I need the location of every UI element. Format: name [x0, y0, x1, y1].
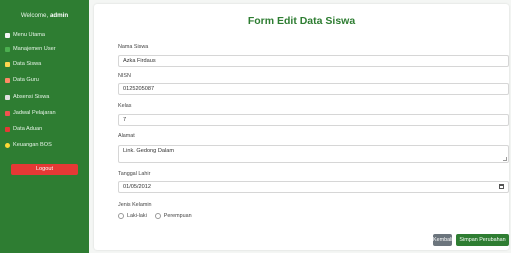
radio-laki-laki-label: Laki-laki [127, 213, 147, 219]
calendar-icon [5, 110, 10, 116]
sidebar-item-jadwal-pelajaran[interactable]: Jadwal Pelajaran [5, 108, 56, 118]
sidebar-item-data-guru[interactable]: Data Guru [5, 75, 39, 85]
tgl-lahir-label: Tanggal Lahir [118, 171, 151, 177]
sidebar-item-label: Jadwal Pelajaran [13, 110, 56, 116]
sidebar-item-manajemen-user[interactable]: Manajemen User [5, 44, 56, 54]
radio-perempuan-label: Perempuan [163, 213, 192, 219]
jenis-kelamin-label: Jenis Kelamin [118, 202, 152, 208]
save-changes-button[interactable]: Simpan Perubahan [456, 234, 509, 246]
sidebar-item-label: Menu Utama [13, 32, 46, 38]
clipboard-icon [5, 94, 10, 100]
logout-button[interactable]: Logout [11, 164, 78, 175]
sidebar-item-label: Keuangan BOS [13, 142, 52, 148]
sidebar-item-label: Data Siswa [13, 61, 42, 67]
alamat-textarea[interactable]: Link. Gedong Dalam [118, 145, 509, 163]
kelas-field[interactable]: 7 [118, 114, 509, 126]
house-icon [5, 32, 10, 38]
sidebar-item-label: Manajemen User [13, 46, 56, 52]
nisn-label: NISN [118, 73, 131, 79]
alamat-value: Link. Gedong Dalam [123, 148, 174, 154]
student-icon [5, 61, 10, 67]
inbox-icon [5, 126, 10, 132]
users-icon [5, 46, 10, 52]
kelas-label: Kelas [118, 103, 132, 109]
calendar-picker-icon[interactable] [499, 184, 504, 189]
sidebar-item-data-siswa[interactable]: Data Siswa [5, 59, 41, 69]
nisn-field[interactable]: 0125205087 [118, 83, 509, 95]
tgl-lahir-field[interactable]: 01/05/2012 [118, 181, 509, 193]
radio-laki-laki[interactable] [118, 213, 124, 219]
money-icon [5, 142, 10, 148]
page-title: Form Edit Data Siswa [247, 15, 356, 27]
welcome-user: admin [49, 12, 69, 19]
welcome-prefix: Welcome, [20, 12, 49, 19]
sidebar-item-label: Data Guru [13, 77, 39, 83]
back-button[interactable]: Kembali [433, 234, 452, 246]
sidebar-item-label: Absensi Siswa [13, 94, 50, 100]
welcome-text: Welcome, admin [0, 12, 89, 19]
sidebar-item-label: Data Aduan [13, 126, 43, 132]
form-card: Form Edit Data Siswa Nama Siswa Azka Fir… [94, 4, 509, 250]
nama-field[interactable]: Azka Firdaus [118, 55, 509, 67]
nama-label: Nama Siswa [118, 44, 149, 50]
tgl-lahir-value: 01/05/2012 [123, 184, 151, 190]
resize-handle-icon[interactable] [503, 157, 507, 161]
teacher-icon [5, 77, 10, 83]
sidebar: Welcome, admin Menu Utama Manajemen User… [0, 0, 89, 253]
sidebar-item-absensi-siswa[interactable]: Absensi Siswa [5, 92, 49, 102]
sidebar-item-keuangan-bos[interactable]: Keuangan BOS [5, 140, 52, 150]
sidebar-item-data-aduan[interactable]: Data Aduan [5, 124, 42, 134]
jenis-kelamin-options: Laki-laki Perempuan [118, 213, 192, 219]
sidebar-item-menu-utama[interactable]: Menu Utama [5, 30, 45, 40]
radio-perempuan[interactable] [154, 213, 161, 219]
alamat-label: Alamat [118, 133, 135, 139]
